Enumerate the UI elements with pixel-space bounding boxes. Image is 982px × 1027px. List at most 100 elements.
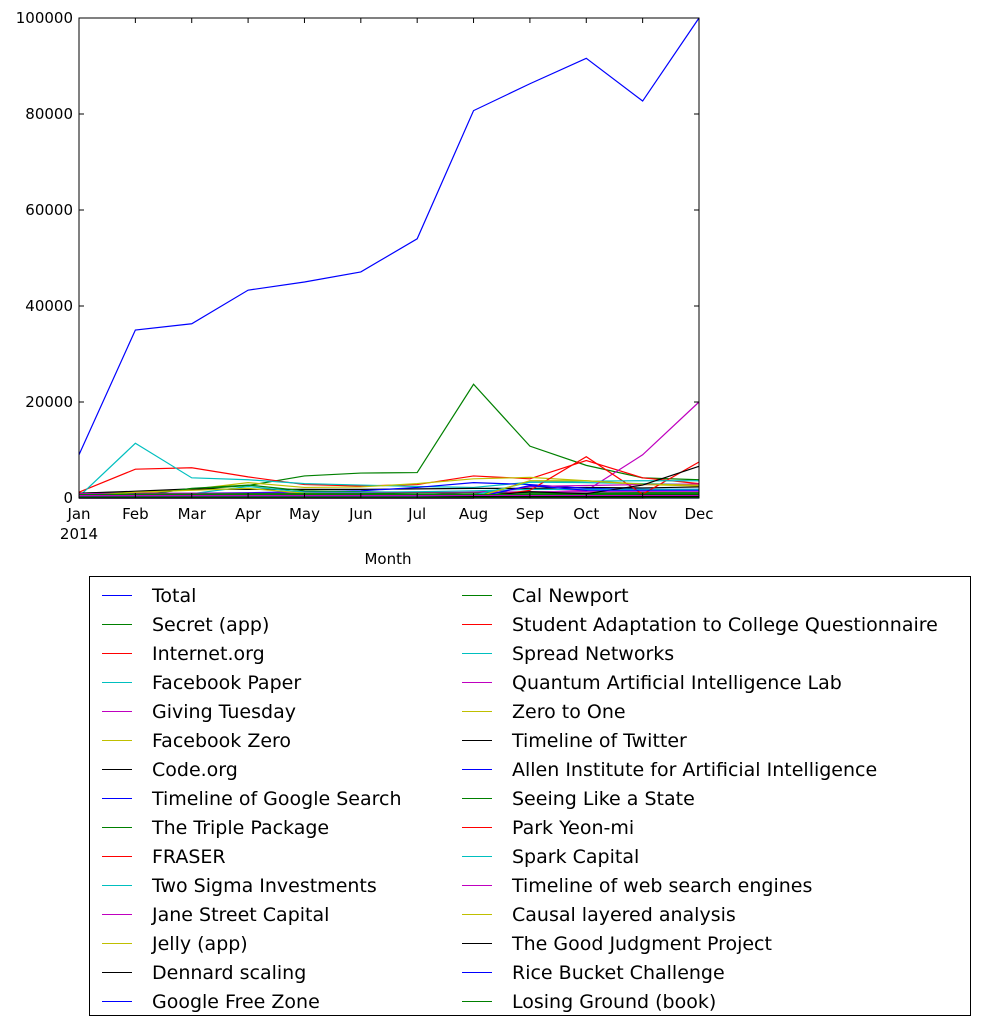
legend-label: Google Free Zone: [152, 990, 320, 1013]
legend-label: Dennard scaling: [152, 961, 307, 984]
y-tick-label: 60000: [25, 201, 73, 219]
legend-item: Timeline of Google Search: [102, 784, 402, 813]
x-tick-label: Dec: [684, 505, 713, 523]
legend-swatch: [102, 740, 132, 741]
legend-label: Timeline of web search engines: [512, 874, 813, 897]
x-tick-label: Oct: [573, 505, 599, 523]
legend-item: Quantum Artificial Intelligence Lab: [462, 668, 938, 697]
series-layer: [78, 17, 700, 499]
y-tick-label: 40000: [25, 297, 73, 315]
legend-item: FRASER: [102, 842, 402, 871]
legend-item: Spread Networks: [462, 639, 938, 668]
legend-swatch: [462, 653, 492, 654]
x-axis-title: Month: [364, 550, 411, 568]
legend-item: Student Adaptation to College Questionna…: [462, 610, 938, 639]
x-tick-label: May: [289, 505, 320, 523]
legend-label: Two Sigma Investments: [152, 874, 377, 897]
legend-item: Giving Tuesday: [102, 697, 402, 726]
series-line-total: [78, 17, 700, 456]
legend-swatch: [102, 943, 132, 944]
legend-swatch: [102, 711, 132, 712]
legend-label: Internet.org: [152, 642, 265, 665]
legend-swatch: [462, 711, 492, 712]
y-tick-label: 100000: [16, 9, 73, 27]
legend-swatch: [462, 856, 492, 857]
legend-label: Seeing Like a State: [512, 787, 695, 810]
legend-label: Zero to One: [512, 700, 626, 723]
legend-item: Google Free Zone: [102, 987, 402, 1016]
x-tick-label: Mar: [178, 505, 207, 523]
legend-swatch: [102, 798, 132, 799]
legend-item: Timeline of web search engines: [462, 871, 938, 900]
legend-label: Jelly (app): [152, 932, 248, 955]
legend-label: Facebook Paper: [152, 671, 302, 694]
x-tick-label: Jan: [66, 505, 90, 523]
legend-column-right: Cal Newport Student Adaptation to College…: [462, 581, 938, 1016]
y-tick-label: 0: [63, 489, 73, 507]
legend-item: Jane Street Capital: [102, 900, 402, 929]
legend-label: Quantum Artificial Intelligence Lab: [512, 671, 842, 694]
x-tick-label: Apr: [235, 505, 262, 523]
x-tick-label: Aug: [459, 505, 488, 523]
x-axis-year-label: 2014: [60, 525, 98, 543]
legend-label: Rice Bucket Challenge: [512, 961, 725, 984]
x-tick-label: Nov: [628, 505, 657, 523]
legend-swatch: [102, 595, 132, 596]
legend-swatch: [462, 943, 492, 944]
legend-item: Park Yeon-mi: [462, 813, 938, 842]
legend-label: Allen Institute for Artificial Intellige…: [512, 758, 878, 781]
legend-swatch: [462, 682, 492, 683]
legend-item: Code.org: [102, 755, 402, 784]
legend-swatch: [102, 827, 132, 828]
legend-label: Secret (app): [152, 613, 270, 636]
legend-swatch: [462, 798, 492, 799]
legend-swatch: [102, 856, 132, 857]
legend-item: Secret (app): [102, 610, 402, 639]
legend-swatch: [462, 740, 492, 741]
y-tick-label: 80000: [25, 105, 73, 123]
legend-label: Timeline of Twitter: [512, 729, 687, 752]
series-line-seeing-like-a-state: [78, 493, 699, 496]
legend-label: The Good Judgment Project: [512, 932, 772, 955]
legend-swatch: [102, 682, 132, 683]
x-tick-label: Feb: [122, 505, 149, 523]
legend-swatch: [102, 885, 132, 886]
legend-item: The Good Judgment Project: [462, 929, 938, 958]
legend-item: Cal Newport: [462, 581, 938, 610]
legend-item: Zero to One: [462, 697, 938, 726]
legend-item: Facebook Zero: [102, 726, 402, 755]
x-tick-label: Sep: [516, 505, 544, 523]
legend-item: Internet.org: [102, 639, 402, 668]
legend-swatch: [462, 885, 492, 886]
x-axis: Jan Feb Mar Apr May Jun Jul Aug Sep Oct Nov Dec: [66, 18, 714, 523]
legend-label: Jane Street Capital: [152, 903, 330, 926]
legend-swatch: [462, 914, 492, 915]
legend-item: Total: [102, 581, 402, 610]
legend-item: Seeing Like a State: [462, 784, 938, 813]
legend-label: Total: [152, 584, 197, 607]
legend-swatch: [102, 653, 132, 654]
legend-item: Timeline of Twitter: [462, 726, 938, 755]
legend-item: Dennard scaling: [102, 958, 402, 987]
legend-swatch: [102, 624, 132, 625]
legend-label: Facebook Zero: [152, 729, 292, 752]
legend-label: Spread Networks: [512, 642, 675, 665]
legend-item: Facebook Paper: [102, 668, 402, 697]
legend-item: Rice Bucket Challenge: [462, 958, 938, 987]
legend-swatch: [102, 769, 132, 770]
x-tick-label: Jul: [407, 505, 426, 523]
legend-label: Timeline of Google Search: [152, 787, 402, 810]
legend-label: Giving Tuesday: [152, 700, 296, 723]
legend-swatch: [462, 972, 492, 973]
legend-item: Causal layered analysis: [462, 900, 938, 929]
legend-swatch: [102, 972, 132, 973]
legend-label: The Triple Package: [152, 816, 330, 839]
legend-label: Park Yeon-mi: [512, 816, 635, 839]
y-tick-label: 20000: [25, 393, 73, 411]
y-axis: 0 20000 40000 60000 80000 100000: [16, 9, 699, 507]
legend-label: Code.org: [152, 758, 238, 781]
legend-label: Student Adaptation to College Questionna…: [512, 613, 938, 636]
legend-item: Losing Ground (book): [462, 987, 938, 1016]
x-tick-label: Jun: [348, 505, 372, 523]
legend: Total Secret (app) Internet.org Facebook Pa…: [89, 576, 971, 1016]
